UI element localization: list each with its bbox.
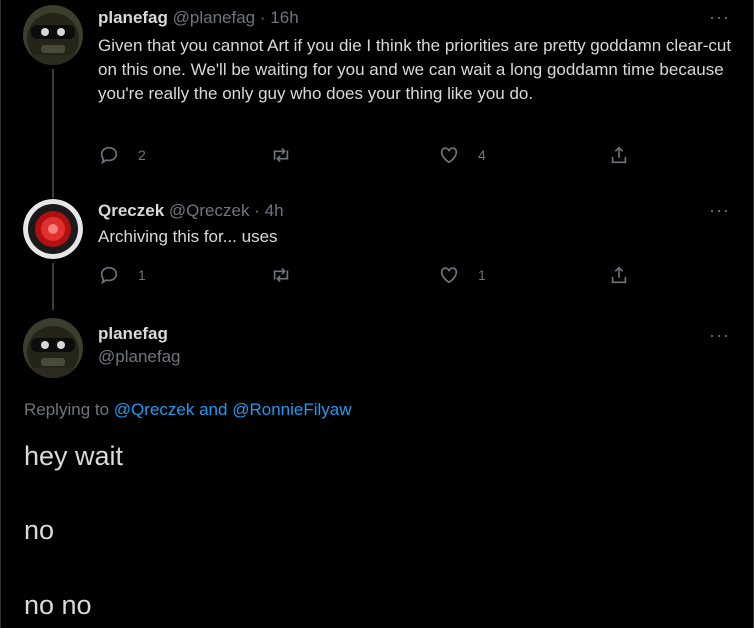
thread-line xyxy=(52,190,54,198)
share-button[interactable] xyxy=(608,263,630,287)
user-handle[interactable]: @planefag xyxy=(98,347,181,367)
timestamp[interactable]: 16h xyxy=(270,8,298,27)
mention-ronniefilyaw[interactable]: @RonnieFilyaw xyxy=(232,400,351,419)
more-icon[interactable]: ··· xyxy=(709,8,730,26)
reply-count: 1 xyxy=(138,267,146,283)
separator-dot: · xyxy=(254,201,260,220)
avatar-planefag[interactable] xyxy=(23,5,83,65)
mention-and[interactable]: and xyxy=(199,400,227,419)
display-name[interactable]: planefag xyxy=(98,8,168,27)
retweet-icon xyxy=(273,147,289,163)
share-button[interactable] xyxy=(608,143,630,167)
retweet-button[interactable] xyxy=(270,143,292,167)
tweet-text: Given that you cannot Art if you die I t… xyxy=(98,36,732,103)
tweet-text: Archiving this for... uses xyxy=(98,227,278,246)
mention-qreczek[interactable]: @Qreczek xyxy=(114,400,195,419)
like-button[interactable]: 1 xyxy=(438,263,486,287)
more-icon[interactable]: ··· xyxy=(709,201,730,219)
more-icon[interactable]: ··· xyxy=(709,326,730,344)
thread-line xyxy=(52,263,54,310)
avatar-planefag[interactable] xyxy=(23,318,83,378)
reply-button[interactable]: 1 xyxy=(98,263,146,287)
thread-line xyxy=(52,69,54,190)
retweet-button[interactable] xyxy=(270,263,292,287)
user-handle[interactable]: @planefag xyxy=(173,8,256,27)
avatar-qreczek[interactable] xyxy=(23,199,83,259)
tweet-header: Qreczek @Qreczek · 4h xyxy=(98,201,284,221)
replying-prefix: Replying to xyxy=(24,400,110,419)
reply-icon xyxy=(100,146,118,165)
tweet-text-line: no no xyxy=(24,590,92,620)
like-button[interactable]: 4 xyxy=(438,143,486,167)
user-handle[interactable]: @Qreczek xyxy=(169,201,250,220)
like-icon xyxy=(440,147,458,164)
tweet-actions: 1 1 xyxy=(98,263,638,287)
tweet-qreczek[interactable]: Qreczek @Qreczek · 4h ··· Archiving this… xyxy=(0,190,754,310)
tweet-text-line: hey wait xyxy=(24,441,124,471)
retweet-icon xyxy=(273,267,289,283)
tweet-header: planefag @planefag xyxy=(98,324,181,367)
display-name[interactable]: Qreczek xyxy=(98,201,164,220)
tweet-header: planefag @planefag · 16h xyxy=(98,8,299,28)
timestamp[interactable]: 4h xyxy=(265,201,284,220)
share-icon xyxy=(611,146,627,164)
like-icon xyxy=(440,267,458,284)
tweet-text-line: no xyxy=(24,515,55,545)
reply-button[interactable]: 2 xyxy=(98,143,146,167)
replying-to: Replying to @Qreczek and @RonnieFilyaw xyxy=(24,400,352,420)
tweet-planefag-1[interactable]: planefag @planefag · 16h ··· Given that … xyxy=(0,0,754,190)
reply-icon xyxy=(100,266,118,285)
like-count: 4 xyxy=(478,147,486,163)
separator-dot: · xyxy=(259,8,266,27)
reply-count: 2 xyxy=(138,147,146,163)
like-count: 1 xyxy=(478,267,486,283)
display-name[interactable]: planefag xyxy=(98,324,181,344)
share-icon xyxy=(611,266,627,284)
tweet-actions: 2 4 xyxy=(98,143,638,167)
